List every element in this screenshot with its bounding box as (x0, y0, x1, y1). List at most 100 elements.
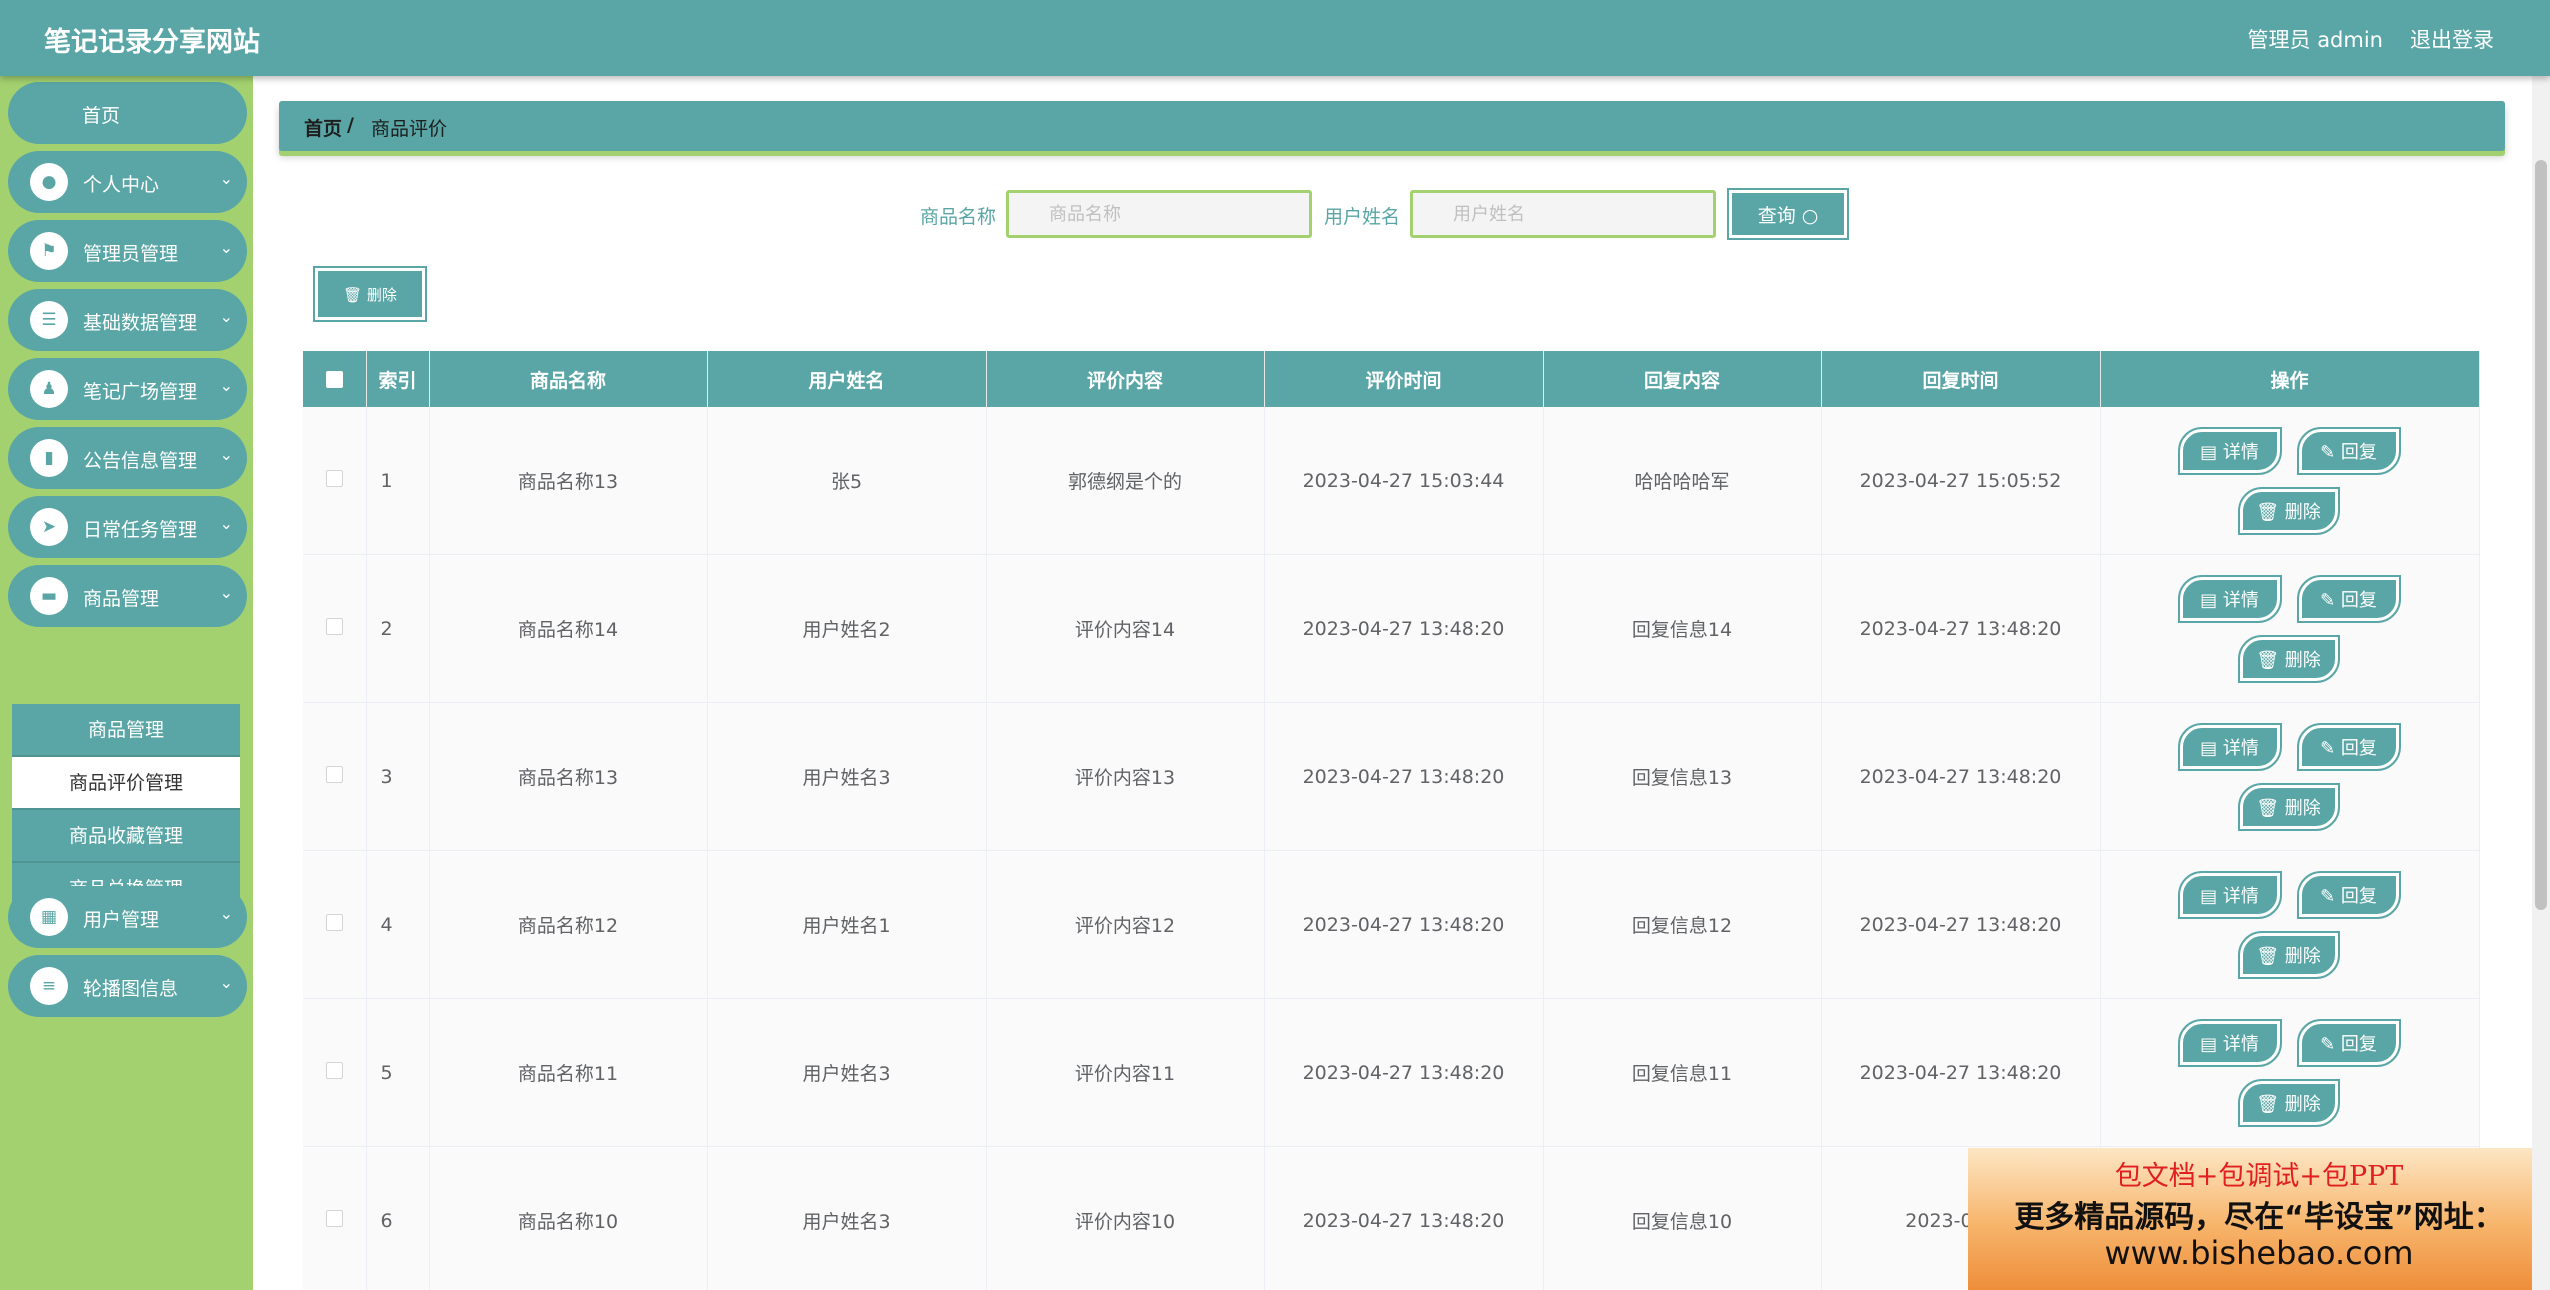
row-select-cell (303, 850, 367, 999)
table-row: 5 商品名称11 用户姓名3 评价内容11 2023-04-27 13:48:20 回复信… (303, 998, 2480, 1147)
sidebar-item-1[interactable]: ● 个人中心 ⌄ (8, 151, 247, 213)
review-time-cell: 2023-04-27 13:48:20 (1264, 850, 1544, 999)
review-content-cell: 郭德纲是个的 (986, 407, 1265, 555)
sidebar-item-label: 管理员管理 (83, 243, 179, 265)
column-header: 回复内容 (1543, 351, 1822, 407)
site-title: 笔记记录分享网站 (44, 27, 260, 58)
reply-button[interactable]: ✎ 回复 (2296, 427, 2401, 475)
bulk-delete-button[interactable]: 🗑 删除 (313, 266, 427, 322)
review-content-cell: 评价内容12 (986, 850, 1265, 999)
reply-button[interactable]: ✎ 回复 (2296, 575, 2401, 623)
sliders-icon: ≡ (30, 967, 68, 1005)
sidebar-item-label: 笔记广场管理 (83, 381, 198, 403)
table-header-row: 索引 商品名称 用户姓名 评价内容 评价时间 回复内容 回复时间 操作 (303, 351, 2480, 407)
sidebar-item-label: 公告信息管理 (83, 450, 198, 472)
row-checkbox[interactable] (325, 913, 343, 931)
sidebar-item-9[interactable]: ≡ 轮播图信息 ⌄ (8, 955, 247, 1017)
row-checkbox[interactable] (325, 469, 343, 487)
user-name-cell: 用户姓名3 (707, 998, 987, 1147)
delete-button[interactable]: 🗑 删除 (2237, 635, 2340, 683)
user-name-cell: 用户姓名3 (707, 1146, 987, 1290)
sidebar-item-5[interactable]: ▮ 公告信息管理 ⌄ (8, 427, 247, 489)
product-name-cell: 商品名称13 (429, 702, 708, 851)
promo-banner[interactable]: 包文档+包调试+包PPT 更多精品源码，尽在“毕设宝”网址： www.bishe… (1968, 1148, 2550, 1290)
sidebar-item-4[interactable]: ♟ 笔记广场管理 ⌄ (8, 358, 247, 420)
query-button[interactable]: 查询 ○ (1727, 188, 1849, 240)
table-row: 2 商品名称14 用户姓名2 评价内容14 2023-04-27 13:48:20 回复信… (303, 554, 2480, 703)
sidebar-item-home[interactable]: 首页 (8, 82, 247, 144)
sidebar-item-label: 用户管理 (83, 909, 160, 931)
sidebar: 首页 ● 个人中心 ⌄ ⚑ 管理员管理 ⌄ ☰ 基础数据管理 ⌄ ♟ 笔记广场管理 ⌄ ▮ 公告信息管理 ⌄… (0, 76, 253, 1290)
row-index: 1 (366, 407, 430, 555)
reply-time-cell: 2023-04-27 13:48:20 (1821, 702, 2101, 851)
review-content-cell: 评价内容11 (986, 998, 1265, 1147)
detail-button[interactable]: ▤ 详情 (2177, 723, 2282, 771)
delete-button[interactable]: 🗑 删除 (2237, 783, 2340, 831)
select-all-cell (303, 351, 367, 407)
bar-chart-icon: ▮ (30, 439, 68, 477)
reply-time-cell: 2023-04-27 13:48:20 (1821, 998, 2101, 1147)
detail-button[interactable]: ▤ 详情 (2177, 427, 2282, 475)
sidebar-item-label: 日常任务管理 (83, 519, 198, 541)
reply-time-cell: 2023-04-27 15:05:52 (1821, 407, 2101, 555)
review-time-cell: 2023-04-27 13:48:20 (1264, 554, 1544, 703)
product-name-cell: 商品名称14 (429, 554, 708, 703)
row-index: 5 (366, 998, 430, 1147)
breadcrumb-home[interactable]: 首页 (304, 114, 342, 141)
submenu-item[interactable]: 商品收藏管理 (12, 810, 240, 863)
detail-button[interactable]: ▤ 详情 (2177, 1019, 2282, 1067)
row-index: 2 (366, 554, 430, 703)
row-select-cell (303, 998, 367, 1147)
product-name-input[interactable] (1006, 190, 1312, 238)
table-row: 4 商品名称12 用户姓名1 评价内容12 2023-04-27 13:48:20 回复信… (303, 850, 2480, 999)
reply-content-cell: 回复信息11 (1543, 998, 1822, 1147)
submenu-item[interactable]: 商品评价管理 (12, 757, 240, 810)
row-checkbox[interactable] (325, 765, 343, 783)
column-header: 商品名称 (429, 351, 708, 407)
column-header: 用户姓名 (707, 351, 987, 407)
product-name-cell: 商品名称12 (429, 850, 708, 999)
scrollbar-thumb[interactable] (2535, 160, 2547, 910)
page-scrollbar[interactable] (2532, 76, 2550, 1290)
select-all-checkbox[interactable] (325, 371, 343, 388)
sidebar-item-8[interactable]: ▦ 用户管理 ⌄ (8, 886, 247, 948)
user-icon: ● (30, 163, 68, 201)
sidebar-item-6[interactable]: ➤ 日常任务管理 ⌄ (8, 496, 247, 558)
review-time-cell: 2023-04-27 13:48:20 (1264, 1146, 1544, 1290)
reply-content-cell: 回复信息13 (1543, 702, 1822, 851)
chevron-down-icon: ⌄ (219, 445, 233, 464)
promo-line-2: 更多精品源码，尽在“毕设宝”网址： (2014, 1200, 2504, 1235)
user-name-cell: 用户姓名3 (707, 702, 987, 851)
sidebar-item-2[interactable]: ⚑ 管理员管理 ⌄ (8, 220, 247, 282)
actions-cell: ▤ 详情 ✎ 回复 🗑 删除 (2100, 850, 2480, 999)
row-checkbox[interactable] (325, 617, 343, 635)
product-name-cell: 商品名称11 (429, 998, 708, 1147)
reply-button[interactable]: ✎ 回复 (2296, 1019, 2401, 1067)
product-name-cell: 商品名称13 (429, 407, 708, 555)
row-checkbox[interactable] (325, 1061, 343, 1079)
reply-button[interactable]: ✎ 回复 (2296, 723, 2401, 771)
reply-content-cell: 哈哈哈哈军 (1543, 407, 1822, 555)
breadcrumb-current: 商品评价 (371, 118, 448, 140)
sidebar-item-label: 个人中心 (83, 174, 160, 196)
breadcrumb: 首页 / 商品评价 (279, 101, 2505, 151)
row-select-cell (303, 702, 367, 851)
delete-button[interactable]: 🗑 删除 (2237, 1079, 2340, 1127)
reply-button[interactable]: ✎ 回复 (2296, 871, 2401, 919)
reply-content-cell: 回复信息14 (1543, 554, 1822, 703)
submenu-item[interactable]: 商品管理 (12, 704, 240, 757)
user-name-input[interactable] (1410, 190, 1716, 238)
review-time-cell: 2023-04-27 13:48:20 (1264, 998, 1544, 1147)
table-row: 3 商品名称13 用户姓名3 评价内容13 2023-04-27 13:48:20 回复信… (303, 702, 2480, 851)
delete-button[interactable]: 🗑 删除 (2237, 487, 2340, 535)
sidebar-item-7[interactable]: ▬ 商品管理 ⌄ (8, 565, 247, 627)
sidebar-item-label: 基础数据管理 (83, 312, 198, 334)
breadcrumb-separator: / (347, 114, 354, 136)
sidebar-item-3[interactable]: ☰ 基础数据管理 ⌄ (8, 289, 247, 351)
row-checkbox[interactable] (325, 1209, 343, 1227)
delete-button[interactable]: 🗑 删除 (2237, 931, 2340, 979)
row-select-cell (303, 407, 367, 555)
detail-button[interactable]: ▤ 详情 (2177, 871, 2282, 919)
logout-link[interactable]: 退出登录 (2410, 24, 2494, 54)
detail-button[interactable]: ▤ 详情 (2177, 575, 2282, 623)
